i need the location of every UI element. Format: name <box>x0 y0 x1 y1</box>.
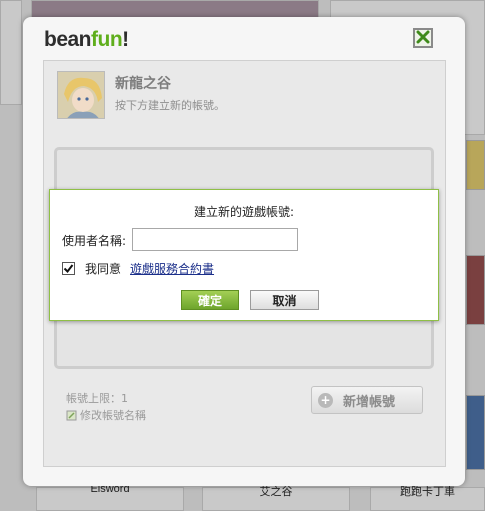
logo-part-bang: ! <box>122 28 129 51</box>
agree-row: 我同意 遊戲服務合約書 <box>62 260 214 277</box>
rename-link-label: 修改帳號名稱 <box>80 409 146 422</box>
checkmark-icon <box>63 263 74 274</box>
account-limit-text: 帳號上限：1 <box>66 392 128 405</box>
close-icon <box>416 30 430 47</box>
game-title: 新龍之谷 <box>115 76 171 92</box>
plus-icon: + <box>318 392 333 408</box>
game-avatar <box>57 71 105 119</box>
bg-thumbnail <box>466 255 485 325</box>
bg-thumbnail <box>466 140 485 190</box>
create-account-popup: 建立新的遊戲帳號: 使用者名稱: 我同意 遊戲服務合約書 確定 取消 <box>49 189 439 321</box>
logo-part-bean: bean <box>44 28 92 51</box>
add-account-label: 新增帳號 <box>343 394 396 410</box>
terms-link[interactable]: 遊戲服務合約書 <box>130 260 214 277</box>
cancel-button[interactable]: 取消 <box>250 290 319 310</box>
bg-card <box>0 0 22 105</box>
rename-account-link[interactable]: 修改帳號名稱 <box>66 407 146 423</box>
bg-thumbnail <box>466 395 485 470</box>
agree-label: 我同意 <box>85 262 122 276</box>
confirm-button[interactable]: 確定 <box>181 290 239 310</box>
game-subtitle: 按下方建立新的帳號。 <box>115 99 225 112</box>
username-input[interactable] <box>132 228 298 251</box>
logo-part-fun: fun <box>91 28 123 51</box>
add-account-button[interactable]: + 新增帳號 <box>311 386 423 414</box>
close-button[interactable] <box>413 28 433 48</box>
pencil-icon <box>66 410 77 421</box>
popup-title: 建立新的遊戲帳號: <box>193 205 295 219</box>
agree-checkbox[interactable] <box>62 262 75 275</box>
username-label: 使用者名稱: <box>62 234 127 248</box>
beanfun-logo: beanfun! <box>44 28 129 52</box>
